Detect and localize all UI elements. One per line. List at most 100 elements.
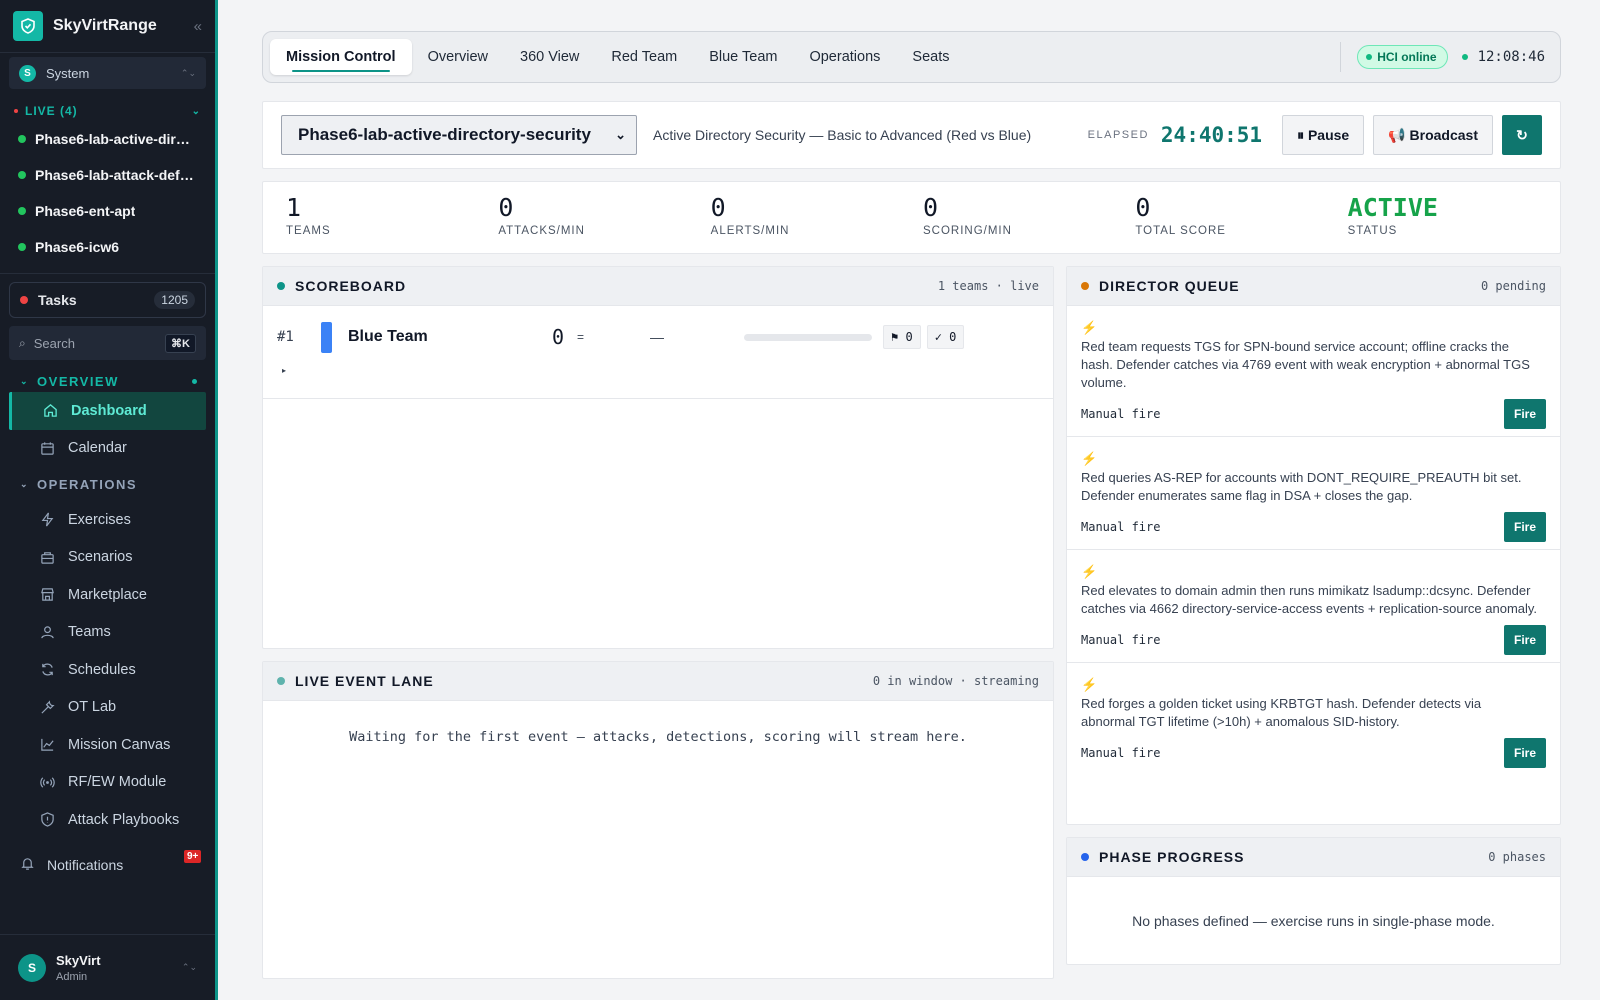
user-role: Admin — [56, 970, 88, 983]
team-color-bar — [321, 321, 332, 353]
tab-red-team[interactable]: Red Team — [595, 39, 693, 75]
search-placeholder: Search — [33, 335, 75, 351]
stat-value: 0 — [922, 193, 939, 222]
stat-total-score: 0 TOTAL SCORE — [1135, 182, 1347, 253]
hci-status-label: HCI online — [1377, 50, 1437, 64]
panel-title: LIVE EVENT LANE — [295, 673, 434, 689]
exercise-select-value: Phase6-lab-active-directory-security — [298, 125, 591, 144]
fire-button[interactable]: Fire — [1503, 399, 1546, 429]
sidebar-item-label: Attack Playbooks — [68, 811, 180, 828]
stat-attacks: 0 ATTACKS/MIN — [498, 182, 710, 253]
queue-item-text: Red elevates to domain admin then runs m… — [1081, 583, 1538, 616]
tab-blue-team[interactable]: Blue Team — [693, 39, 793, 75]
tab-360-view[interactable]: 360 View — [504, 39, 595, 75]
sidebar-item-attack-playbooks[interactable]: Attack Playbooks — [0, 801, 215, 839]
list-item: ⚡ Red team requests TGS for SPN-bound se… — [1067, 306, 1560, 437]
manual-fire-label: Manual fire — [1081, 520, 1161, 534]
list-item: ⚡ Red elevates to domain admin then runs… — [1067, 550, 1560, 663]
store-icon — [38, 587, 56, 602]
stat-value: ACTIVE — [1347, 193, 1438, 222]
sidebar-item-label: Scenarios — [68, 549, 133, 566]
refresh-icon — [38, 662, 56, 677]
sidebar-item-scenarios[interactable]: Scenarios — [0, 539, 215, 577]
notifications-button[interactable]: Notifications 9+ — [0, 847, 215, 883]
tasks-button[interactable]: Tasks 1205 — [9, 282, 206, 318]
sidebar-item-ot-lab[interactable]: OT Lab — [0, 689, 215, 727]
tab-mission-control[interactable]: Mission Control — [270, 39, 412, 75]
antenna-icon — [38, 775, 56, 790]
live-item-label: Phase6-icw6 — [35, 239, 120, 255]
team-score: 0 — [552, 325, 565, 349]
home-icon — [41, 403, 59, 418]
fire-button[interactable]: Fire — [1503, 625, 1546, 655]
chevron-down-icon: ⌄ — [191, 105, 201, 117]
bolt-icon: ⚡ — [1081, 564, 1098, 579]
event-lane-empty: Waiting for the first event — attacks, d… — [349, 729, 967, 745]
nav-section-operations[interactable]: ⌄ OPERATIONS — [0, 473, 215, 495]
sidebar-item-dashboard[interactable]: Dashboard — [9, 392, 206, 430]
tasks-status-icon — [20, 296, 28, 304]
live-indicator-icon — [14, 109, 18, 113]
tasks-count-badge: 1205 — [154, 291, 195, 309]
live-item[interactable]: Phase6-ent-apt — [0, 193, 215, 229]
sidebar-item-schedules[interactable]: Schedules — [0, 651, 215, 689]
sidebar-item-teams[interactable]: Teams — [0, 614, 215, 652]
sidebar-item-label: OT Lab — [68, 699, 117, 716]
sidebar-item-mission-canvas[interactable]: Mission Canvas — [0, 726, 215, 764]
tab-overview[interactable]: Overview — [412, 39, 504, 75]
live-item-label: Phase6-ent-apt — [35, 203, 136, 219]
fire-button[interactable]: Fire — [1503, 512, 1546, 542]
live-item-label: Phase6-lab-active-directory-security — [35, 131, 197, 147]
chevrons-left-icon[interactable]: « — [194, 18, 202, 35]
avatar: S — [18, 953, 46, 982]
exercise-select[interactable]: Phase6-lab-active-directory-security ⌄ — [281, 115, 637, 155]
elapsed-label: ELAPSED — [1087, 129, 1149, 141]
scoreboard-dot-icon — [277, 282, 285, 290]
scoreboard-header: SCOREBOARD 1 teams · live — [263, 267, 1053, 306]
queue-item-footer: Manual fire Fire — [1081, 392, 1546, 436]
panel-title: DIRECTOR QUEUE — [1099, 278, 1240, 294]
sidebar-item-rf-ew-module[interactable]: RF/EW Module — [0, 764, 215, 802]
sidebar-item-marketplace[interactable]: Marketplace — [0, 576, 215, 614]
panel-title: PHASE PROGRESS — [1099, 849, 1245, 865]
clock-dot-icon — [1461, 54, 1468, 60]
live-section-header[interactable]: LIVE (4) ⌄ — [0, 101, 215, 121]
notifications-label: Notifications — [47, 856, 124, 873]
active-dot-icon — [192, 378, 197, 384]
brand-header: SkyVirtRange « — [0, 0, 215, 53]
bolt-icon: ⚡ — [1081, 677, 1098, 692]
sidebar-item-label: Teams — [68, 624, 111, 641]
pause-button[interactable]: ⏸ Pause — [1282, 115, 1365, 155]
nav-section-overview[interactable]: ⌄ OVERVIEW — [0, 370, 215, 392]
tab-operations[interactable]: Operations — [793, 39, 896, 75]
team-rank: #1 — [277, 329, 294, 345]
bell-icon — [20, 856, 35, 874]
tab-seats[interactable]: Seats — [896, 39, 965, 75]
panel-meta: 0 pending — [1480, 279, 1546, 293]
live-item[interactable]: Phase6-lab-attack-defense — [0, 157, 215, 193]
scoreboard-divider — [263, 398, 1053, 399]
updown-icon: ⌃⌄ — [180, 67, 196, 78]
search-input[interactable]: ⌕ Search ⌘K — [9, 326, 206, 360]
sidebar-item-calendar[interactable]: Calendar — [0, 430, 215, 468]
live-label: LIVE (4) — [25, 104, 78, 118]
section-label: OVERVIEW — [37, 373, 119, 389]
manual-fire-label: Manual fire — [1081, 407, 1161, 421]
user-menu[interactable]: S SkyVirt Admin ⌃⌄ — [0, 934, 215, 1000]
system-selector[interactable]: S System ⌃⌄ — [9, 57, 206, 89]
table-row[interactable]: #1 Blue Team 0 = — ⚑ 0 ✓ 0 ▸ — [263, 306, 1053, 375]
online-dot-icon — [1366, 54, 1373, 60]
fire-button[interactable]: Fire — [1503, 738, 1546, 768]
team-flags: ⚑ 0 — [883, 325, 921, 349]
live-item[interactable]: Phase6-icw6 — [0, 229, 215, 265]
team-progress-bar — [744, 333, 872, 341]
queue-item-footer: Manual fire Fire — [1081, 731, 1546, 775]
broadcast-button[interactable]: 📢 Broadcast — [1373, 115, 1493, 155]
expand-icon[interactable]: ▸ — [282, 366, 286, 375]
main-tabs: Mission Control Overview 360 View Red Te… — [262, 31, 1561, 83]
live-item[interactable]: Phase6-lab-active-directory-security — [0, 121, 215, 157]
refresh-button[interactable]: ↻ — [1502, 115, 1542, 155]
sidebar-item-exercises[interactable]: Exercises — [0, 501, 215, 539]
briefcase-icon — [38, 550, 56, 565]
live-exercise-list: Phase6-lab-active-directory-security Pha… — [0, 121, 215, 265]
